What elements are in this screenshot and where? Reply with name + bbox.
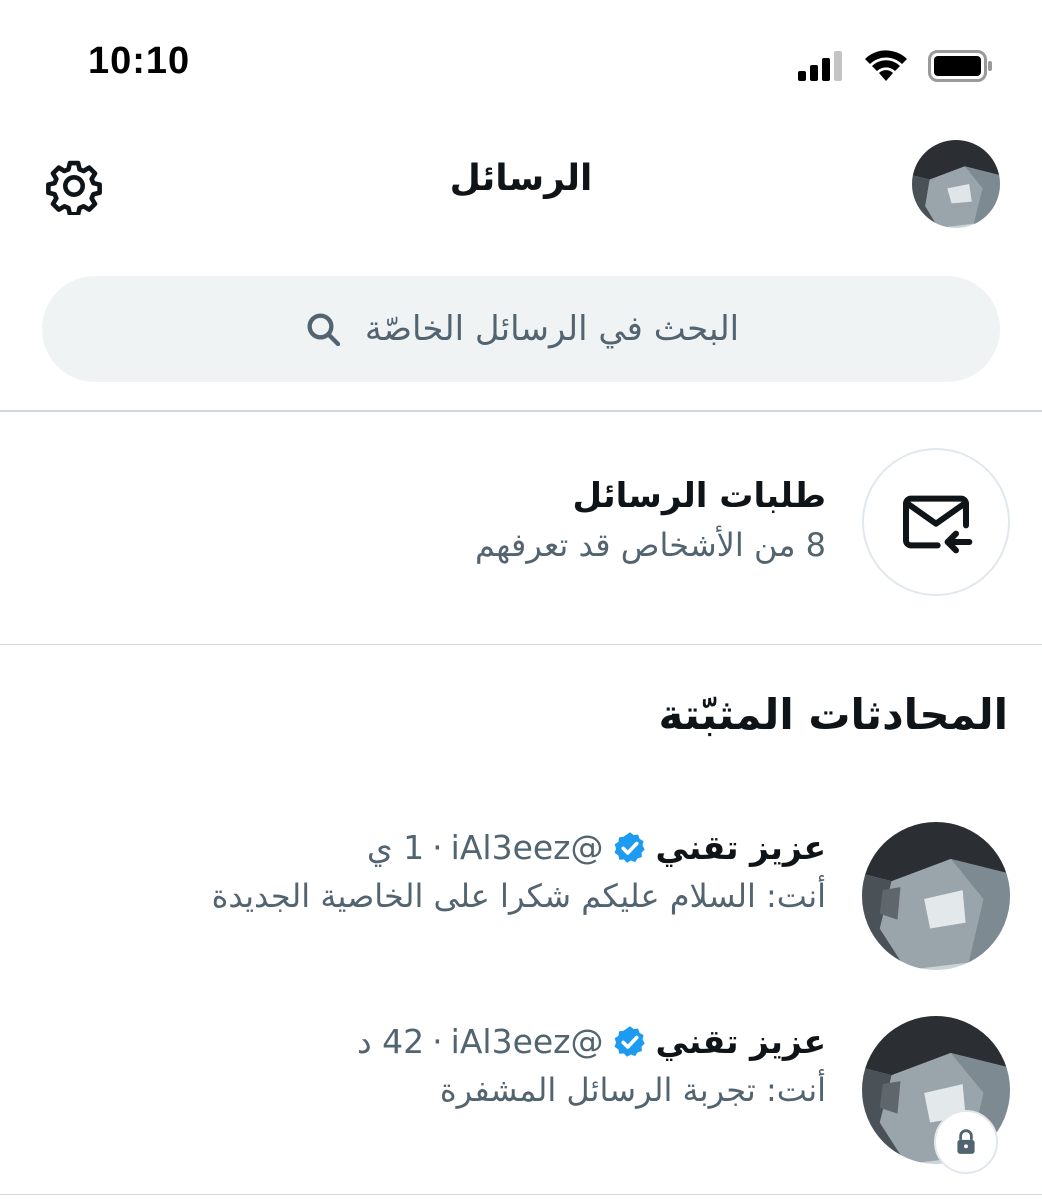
conversation-name: عزيز تقني [655,1022,826,1061]
avatar-image [862,822,1010,970]
conversation-text: عزيز تقني @iAl3eez · 1 ي أنت: السلام علي… [212,828,826,915]
conversation-text: عزيز تقني @iAl3eez · 42 د أنت: تجربة الر… [357,1022,826,1109]
profile-avatar[interactable] [912,140,1000,228]
conversation-time: 1 ي [366,828,425,867]
requests-subtitle: 8 من الأشخاص قد تعرفهم [474,526,826,564]
conversation-header: عزيز تقني @iAl3eez · 1 ي [212,828,826,867]
divider [0,644,1042,645]
avatar-image [912,140,1000,228]
conversation-item[interactable]: عزيز تقني @iAl3eez · 1 ي أنت: السلام علي… [0,808,1042,978]
requests-title: طلبات الرسائل [572,476,826,516]
conversation-preview: أنت: السلام عليكم شكرا على الخاصية الجدي… [211,877,826,915]
lock-icon [957,1129,975,1154]
requests-icon-circle [862,448,1010,596]
message-requests-row[interactable]: طلبات الرسائل 8 من الأشخاص قد تعرفهم [0,430,1042,610]
status-bar: 10:10 [0,0,1042,130]
conversation-preview: أنت: تجربة الرسائل المشفرة [439,1071,826,1109]
wifi-icon [865,50,907,81]
divider [0,410,1042,412]
conversation-header: عزيز تقني @iAl3eez · 42 د [357,1022,826,1061]
search-icon [307,313,341,347]
avatar [862,822,1010,970]
conversation-handle: @iAl3eez [450,1022,604,1061]
requests-text: طلبات الرسائل 8 من الأشخاص قد تعرفهم [475,476,826,564]
pinned-section-title: المحادثات المثبّتة [658,690,1008,739]
conversation-time: 42 د [356,1022,425,1061]
separator-dot: · [432,1022,443,1061]
encrypted-badge [934,1110,998,1174]
separator-dot: · [432,828,443,867]
header: الرسائل [0,130,1042,240]
conversation-item[interactable]: عزيز تقني @iAl3eez · 42 د أنت: تجربة الر… [0,1002,1042,1174]
conversation-name: عزيز تقني [655,828,826,867]
battery-icon [928,50,992,82]
verified-badge-icon [614,831,645,863]
conversation-handle: @iAl3eez [450,828,604,867]
status-icons [798,50,994,82]
divider [0,1194,1042,1195]
verified-badge-icon [614,1025,645,1057]
cellular-signal-icon [798,51,842,81]
page-title: الرسائل [449,158,593,199]
envelope-arrow-icon [903,495,973,554]
search-placeholder: البحث في الرسائل الخاصّة [364,309,740,349]
status-time: 10:10 [88,40,191,82]
search-input[interactable]: البحث في الرسائل الخاصّة [42,276,1000,382]
